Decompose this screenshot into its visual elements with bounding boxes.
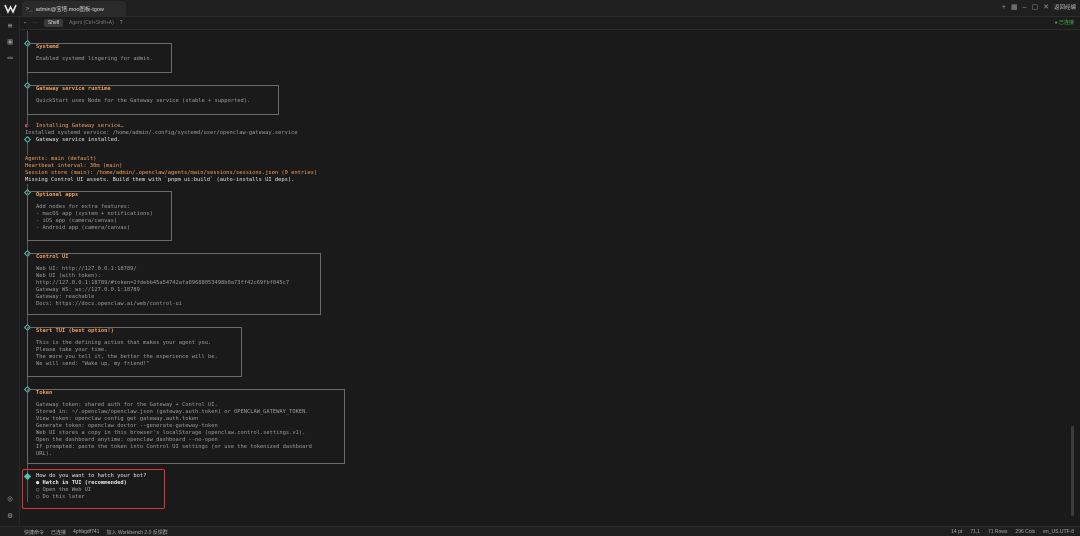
help-icon[interactable]: ? [120, 20, 123, 26]
heartbeat-line: Heartbeat interval: 30m (main) [25, 163, 123, 169]
option-do-later[interactable]: ○ Do this later [36, 494, 85, 501]
control-ui-line: Gateway WS: ws://127.0.0.1:18789 [36, 287, 140, 293]
start-tui-panel: Start TUI (best option!) This is the def… [27, 327, 242, 377]
control-ui-line: Docs: https://docs.openclaw.ai/web/contr… [36, 301, 183, 307]
agents-line: Agents: main (default) [25, 156, 97, 162]
installing-line: Installing Gateway service… [36, 123, 124, 129]
feedback-link[interactable]: 加入 Workbench 2.0 反馈群 [106, 529, 167, 536]
status-bar: 快捷命令 已连接 4phbgdf741 加入 Workbench 2.0 反馈群… [0, 526, 1080, 536]
optional-apps-line: Add nodes for extra features: [36, 204, 131, 210]
optional-apps-line: - iOS app (camera/canvas) [36, 218, 118, 224]
token-line: Stored in: ~/.openclaw/openclaw.json (ga… [36, 409, 309, 415]
control-ui-line: Web UI: http://127.0.0.1:18789/ [36, 266, 137, 272]
token-line: Generate token: openclaw doctor --genera… [36, 423, 218, 429]
systemd-line: Enabled systemd lingering for admin. [36, 56, 153, 62]
terminal-toolbar: ⌐ ⋯ Shell Agent (Ctrl+Shift+A) ? ● 已连接 [20, 17, 1080, 30]
step-done-icon [23, 135, 32, 144]
start-tui-line: We will send: "Wake up, my friend!" [36, 361, 150, 367]
menu-icon[interactable]: ≡ [5, 21, 15, 31]
grid-icon[interactable]: ▦ [1011, 3, 1018, 11]
shell-tab[interactable]: Shell [43, 19, 64, 27]
close-icon[interactable]: ✕ [1043, 3, 1049, 11]
session-id: 4phbgdf741 [73, 529, 100, 535]
token-line: URL). [36, 451, 53, 457]
back-button[interactable]: 返回经编 [1054, 3, 1076, 11]
chart-icon[interactable]: ⌐ [24, 20, 27, 26]
token-title: Token [36, 390, 53, 396]
gateway-runtime-panel: Gateway service runtime QuickStart uses … [27, 85, 279, 115]
add-icon[interactable]: + [1002, 4, 1006, 11]
session-tab-title: admin@宝塔.moo图板-tgow [35, 6, 104, 13]
control-ui-line: Gateway: reachable [36, 294, 95, 300]
folder-icon[interactable]: ▭ [5, 53, 15, 63]
terminal-icon: >_ [26, 5, 33, 12]
systemd-title: Systemd [36, 44, 59, 50]
optional-apps-panel: Optional apps Add nodes for extra featur… [27, 191, 172, 241]
rows-count: 71 Rows [987, 529, 1008, 535]
connection-label: 已连接 [51, 530, 67, 536]
terminal-panel-icon[interactable]: ▣ [5, 37, 15, 47]
systemd-panel: Systemd Enabled systemd lingering for ad… [27, 43, 172, 73]
control-ui-panel: Control UI Web UI: http://127.0.0.1:1878… [27, 253, 321, 315]
cursor-position: 71,1 [970, 529, 980, 535]
start-tui-line: The more you tell it, the better the exp… [36, 354, 218, 360]
hatch-question: How do you want to hatch your bot? [36, 473, 147, 479]
start-tui-line: Please take your time. [36, 347, 108, 353]
token-line: Gateway token: shared auth for the Gatew… [36, 402, 218, 408]
cols-count: 296 Cols [1015, 529, 1036, 535]
user-icon[interactable]: ◎ [5, 494, 15, 504]
token-line: Open the dashboard anytime: openclaw das… [36, 437, 218, 443]
quick-commands-button[interactable]: 快捷命令 [24, 529, 44, 536]
control-ui-title: Control UI [36, 254, 69, 260]
spinner-icon: ◐ [25, 123, 29, 129]
settings-icon[interactable]: ⚙ [5, 511, 15, 521]
start-tui-line: This is the defining action that makes y… [36, 340, 212, 346]
session-store-line: Session store (main): /home/admin/.openc… [25, 170, 318, 176]
app-logo-icon [4, 4, 17, 14]
token-line: View token: openclaw config get gateway.… [36, 416, 199, 422]
connection-status: ● 已连接 [1054, 20, 1074, 26]
encoding[interactable]: en_US.UTF-8 [1043, 529, 1074, 535]
more-icon[interactable]: ⋯ [33, 20, 38, 26]
minimize-icon[interactable]: – [1023, 4, 1027, 11]
optional-apps-line: - Android app (camera/canvas) [36, 225, 131, 231]
token-line: If prompted: paste the token into Contro… [36, 444, 312, 450]
control-ui-line: Web UI (with token): [36, 273, 101, 279]
font-size[interactable]: 14 pt [951, 529, 962, 535]
optional-apps-line: - macOS app (system + notifications) [36, 211, 153, 217]
gateway-runtime-title: Gateway service runtime [36, 86, 111, 92]
gateway-runtime-line: QuickStart uses Node for the Gateway ser… [36, 98, 251, 104]
maximize-icon[interactable]: ▢ [1031, 3, 1038, 11]
optional-apps-title: Optional apps [36, 192, 79, 198]
option-open-web-ui[interactable]: ○ Open the Web UI [36, 487, 91, 494]
left-sidebar: ≡ ▣ ▭ ◎ ⚙ [0, 17, 20, 526]
control-ui-line: http://127.0.0.1:18789/#token=2fdebb45a5… [36, 280, 290, 286]
terminal-output[interactable]: Systemd Enabled systemd lingering for ad… [20, 31, 1076, 525]
token-panel: Token Gateway token: shared auth for the… [27, 389, 345, 464]
missing-ui-line: Missing Control UI assets. Build them wi… [25, 177, 295, 183]
agent-tab[interactable]: Agent (Ctrl+Shift+A) [69, 20, 114, 26]
title-bar: >_ admin@宝塔.moo图板-tgow + ▦ – ▢ ✕ 返回经编 [0, 0, 1080, 17]
installed-ok-line: Gateway service installed. [36, 137, 121, 143]
option-hatch-tui[interactable]: ● Hatch in TUI (recommended) [36, 480, 127, 487]
start-tui-title: Start TUI (best option!) [36, 328, 114, 334]
session-tab[interactable]: >_ admin@宝塔.moo图板-tgow [22, 1, 126, 16]
token-line: Web UI stores a copy in this browser's l… [36, 430, 306, 436]
installed-path-line: Installed systemd service: /home/admin/.… [25, 130, 298, 136]
terminal-scrollbar[interactable] [1071, 426, 1074, 516]
